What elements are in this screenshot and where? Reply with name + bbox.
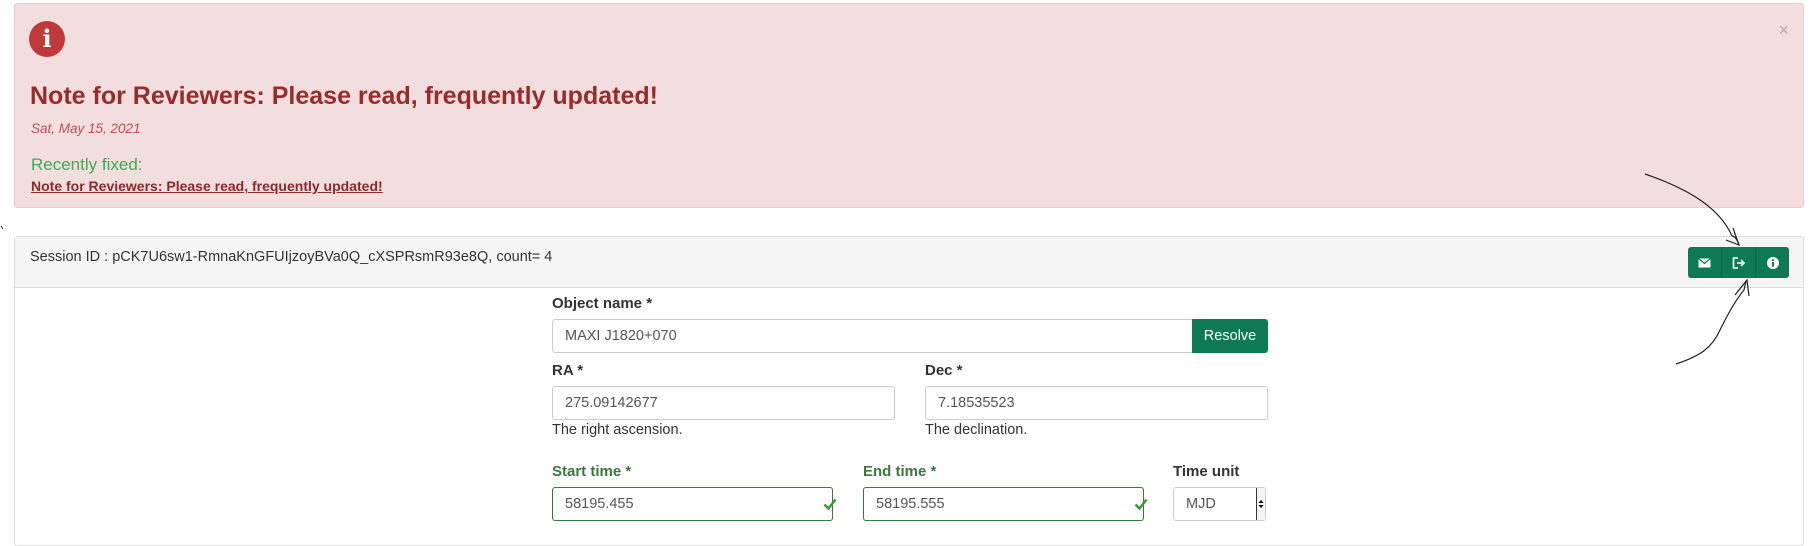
alert-title: Note for Reviewers: Please read, frequen… (30, 82, 658, 110)
info-icon: i (29, 21, 65, 57)
recently-fixed-label: Recently fixed: (31, 155, 143, 174)
recently-fixed-link[interactable]: Note for Reviewers: Please read, frequen… (31, 178, 383, 194)
panel-heading: Session ID : pCK7U6sw1-RmnaKnGFUIjzoyBVa… (15, 237, 1803, 288)
time-unit-value: MJD (1186, 496, 1216, 512)
dec-help-text: The declination. (925, 422, 1028, 438)
logout-button[interactable] (1722, 247, 1756, 278)
ra-help-text: The right ascension. (552, 422, 683, 438)
object-name-input[interactable] (552, 319, 1194, 353)
ra-input[interactable] (552, 386, 895, 420)
time-unit-select[interactable]: MJD (1173, 487, 1266, 521)
toolbar-button-group (1688, 247, 1789, 278)
end-time-label: End time * (863, 463, 937, 480)
session-id-text: Session ID : pCK7U6sw1-RmnaKnGFUIjzoyBVa… (30, 249, 553, 265)
chevron-down-icon (1256, 488, 1265, 520)
info-button[interactable] (1756, 247, 1789, 278)
sign-out-icon (1732, 256, 1745, 269)
check-icon (1134, 498, 1148, 511)
reviewer-note-alert: i × Note for Reviewers: Please read, fre… (14, 3, 1804, 208)
check-icon (823, 498, 837, 511)
start-time-label: Start time * (552, 463, 632, 480)
envelope-icon (1698, 257, 1711, 267)
time-unit-label: Time unit (1173, 463, 1240, 480)
ra-label: RA * (552, 362, 584, 379)
end-time-input[interactable] (863, 487, 1144, 521)
close-icon[interactable]: × (1778, 20, 1789, 41)
object-name-label: Object name * (552, 295, 653, 312)
dec-input[interactable] (925, 386, 1268, 420)
resolve-button[interactable]: Resolve (1192, 319, 1268, 353)
email-button[interactable] (1688, 247, 1722, 278)
start-time-input[interactable] (552, 487, 833, 521)
info-icon (1766, 256, 1779, 269)
dec-label: Dec * (925, 362, 963, 379)
alert-date: Sat, May 15, 2021 (31, 121, 141, 136)
